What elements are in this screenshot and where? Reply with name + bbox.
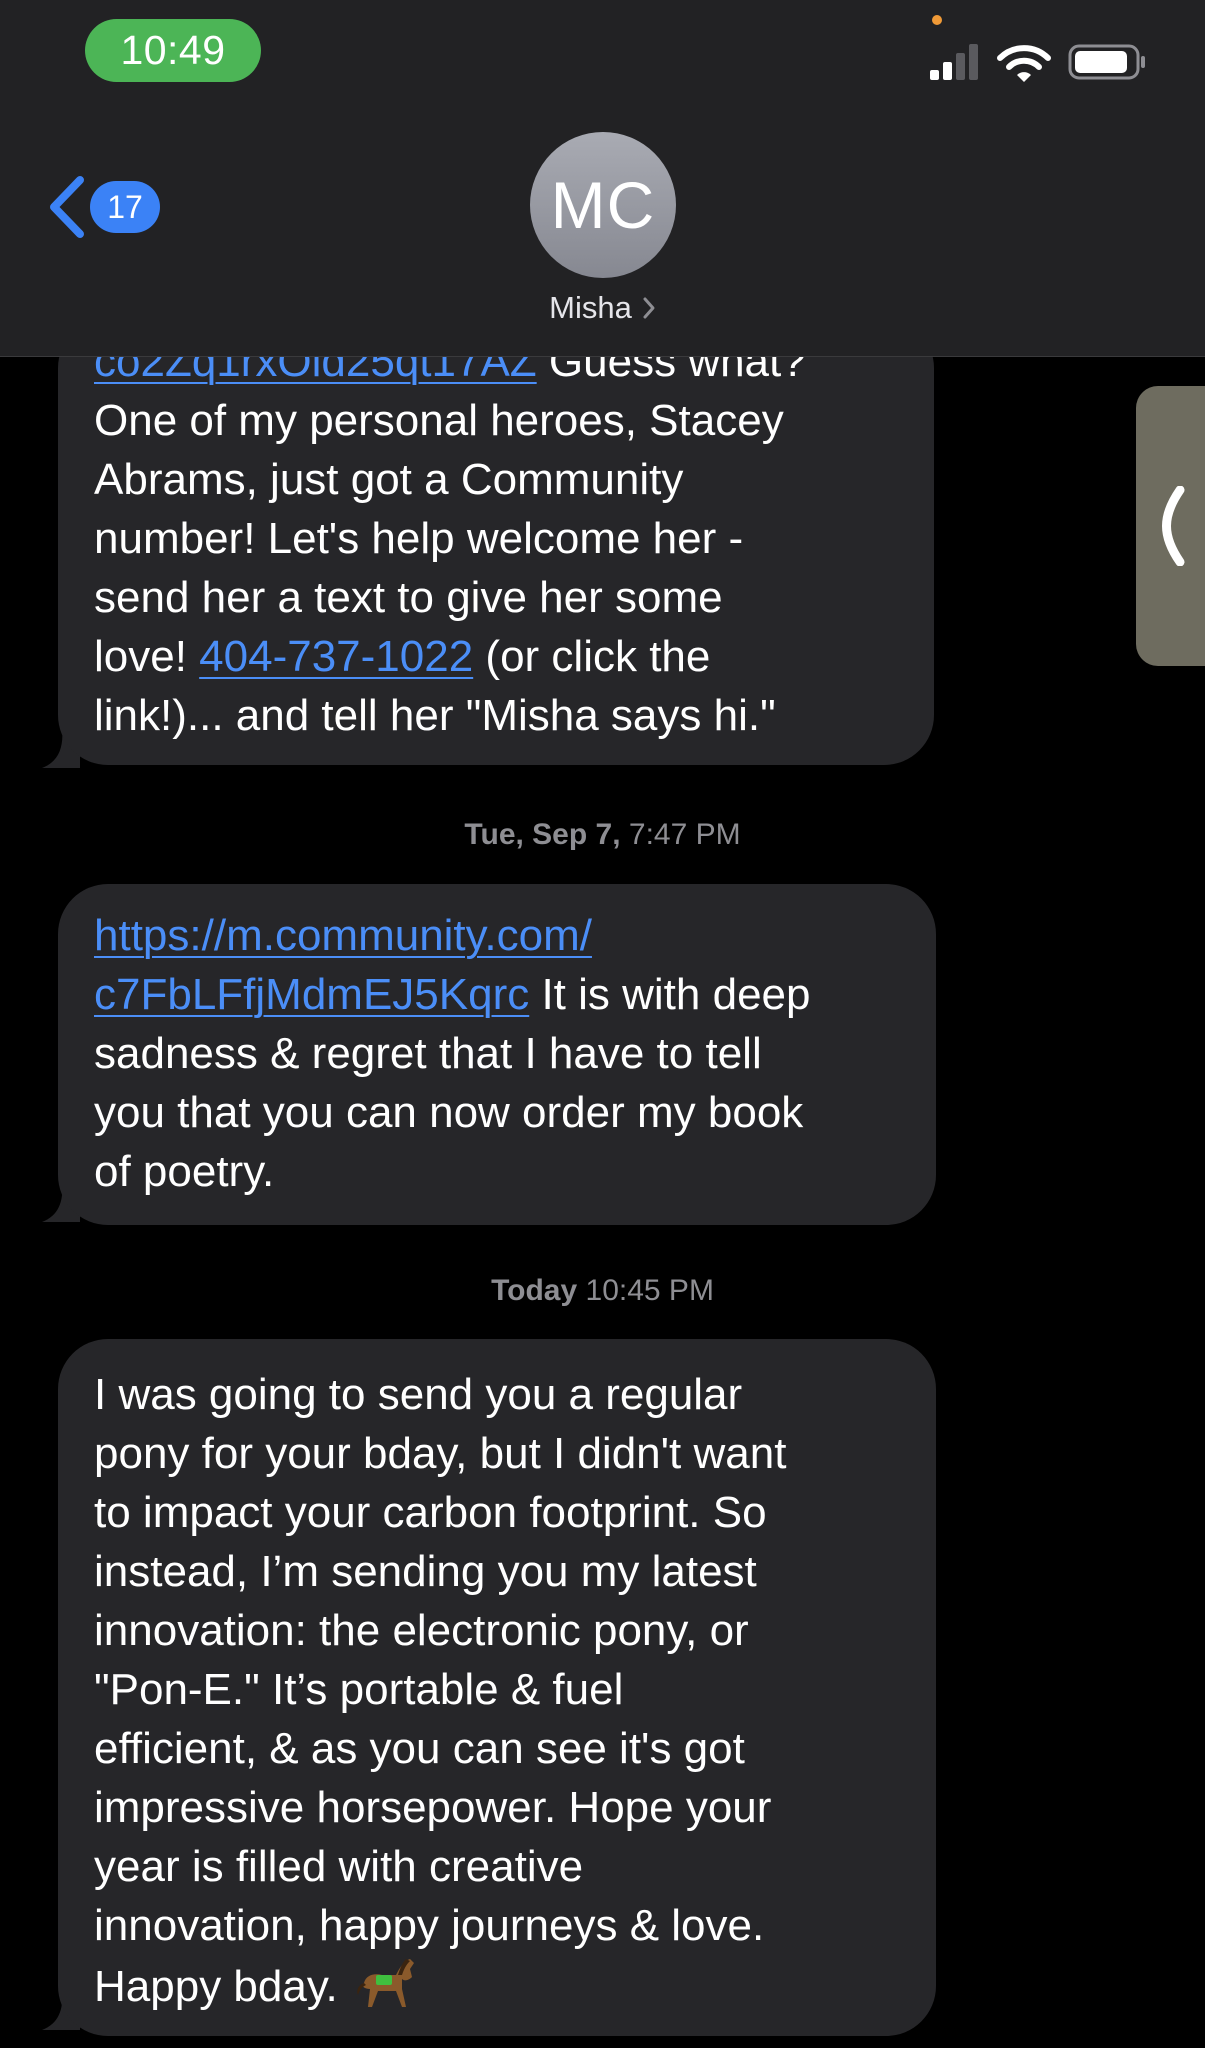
message-line: c7FbLFfjMdmEJ5Kqrc It is with deep: [94, 965, 902, 1024]
message-text: It is with deep: [529, 970, 811, 1019]
message-line: One of my personal heroes, Stacey: [94, 391, 900, 450]
message-bubble[interactable]: I was going to send you a regular pony fo…: [58, 1339, 936, 2036]
message-line: year is filled with creative: [94, 1837, 902, 1896]
message-line: efficient, & as you can see it's got: [94, 1719, 902, 1778]
message-line: innovation, happy journeys & love.: [94, 1896, 902, 1955]
message-line: sadness & regret that I have to tell: [94, 1024, 902, 1083]
message-text: Happy bday.: [94, 1962, 351, 2011]
message-text: efficient, & as you can see it's got: [94, 1724, 745, 1773]
message-line: link!)... and tell her "Misha says hi.": [94, 686, 900, 745]
message-link[interactable]: https://m.community.com/: [94, 911, 592, 960]
message-text: you that you can now order my book: [94, 1088, 804, 1137]
message-text: I was going to send you a regular: [94, 1370, 743, 1419]
wifi-icon: [997, 45, 1051, 82]
message-timestamp: Today 10:45 PM: [0, 1274, 1205, 1308]
message-text: instead, I’m sending you my latest: [94, 1547, 757, 1596]
privacy-indicator-dot: [932, 15, 942, 25]
message-text: pony for your bday, but I didn't want: [94, 1429, 787, 1478]
cellular-signal-icon: [930, 44, 978, 80]
battery-icon: [1068, 44, 1145, 80]
message-line: Happy bday.: [94, 1955, 902, 2016]
message-line: https://m.community.com/: [94, 906, 902, 965]
horse-emoji-icon: [356, 1955, 418, 2011]
message-timestamp: Tue, Sep 7, 7:47 PM: [0, 818, 1205, 852]
timestamp-time: 10:45 PM: [577, 1274, 714, 1307]
message-line: love! 404-737-1022 (or click the: [94, 627, 900, 686]
message-text: innovation, happy journeys & love.: [94, 1901, 765, 1950]
timestamp-time: 7:47 PM: [620, 818, 741, 851]
timestamp-day: Today: [491, 1274, 578, 1307]
message-text: "Pon-E." It’s portable & fuel: [94, 1665, 624, 1714]
message-text: love!: [94, 632, 200, 681]
message-text: (or click the: [473, 632, 711, 681]
message-line: to impact your carbon footprint. So: [94, 1483, 902, 1542]
contact-avatar[interactable]: MC: [530, 132, 676, 278]
message-line: innovation: the electronic pony, or: [94, 1601, 902, 1660]
message-bubble[interactable]: co2Zq1rxOld25qt17AZ Guess what? One of my…: [58, 318, 934, 765]
message-line: impressive horsepower. Hope your: [94, 1778, 902, 1837]
message-link[interactable]: 404-737-1022: [199, 632, 473, 681]
chevron-left-icon: [1162, 486, 1185, 566]
message-line: number! Let's help welcome her -: [94, 509, 900, 568]
message-link[interactable]: c7FbLFfjMdmEJ5Kqrc: [94, 970, 529, 1019]
message-text: to impact your carbon footprint. So: [94, 1488, 767, 1537]
message-line: "Pon-E." It’s portable & fuel: [94, 1660, 902, 1719]
status-time[interactable]: 10:49: [85, 19, 261, 82]
chevron-left-icon: [50, 176, 84, 238]
message-text: One of my personal heroes, Stacey: [94, 396, 784, 445]
message-line: you that you can now order my book: [94, 1083, 902, 1142]
conversation-header: 10:49 17 MC Misha: [0, 0, 1205, 357]
message-text: innovation: the electronic pony, or: [94, 1606, 749, 1655]
message-line: send her a text to give her some: [94, 568, 900, 627]
message-bubble[interactable]: https://m.community.com/c7FbLFfjMdmEJ5Kq…: [58, 884, 936, 1225]
message-text: Abrams, just got a Community: [94, 455, 684, 504]
message-text: year is filled with creative: [94, 1842, 584, 1891]
back-button[interactable]: 17: [44, 172, 164, 242]
message-line: of poetry.: [94, 1142, 902, 1201]
message-line: I was going to send you a regular: [94, 1365, 902, 1424]
status-icons: [930, 44, 1145, 82]
side-panel-handle[interactable]: [1136, 386, 1205, 666]
contact-name-button[interactable]: Misha: [0, 290, 1205, 326]
timestamp-day: Tue, Sep 7,: [464, 818, 621, 851]
message-line: pony for your bday, but I didn't want: [94, 1424, 902, 1483]
message-line: Abrams, just got a Community: [94, 450, 900, 509]
message-text: link!)... and tell her "Misha says hi.": [94, 691, 776, 740]
message-text: of poetry.: [94, 1147, 275, 1196]
chevron-right-icon: [643, 297, 655, 319]
message-text: number! Let's help welcome her -: [94, 514, 744, 563]
contact-name: Misha: [549, 290, 632, 325]
message-text: impressive horsepower. Hope your: [94, 1783, 772, 1832]
message-text: send her a text to give her some: [94, 573, 723, 622]
message-line: instead, I’m sending you my latest: [94, 1542, 902, 1601]
message-text: sadness & regret that I have to tell: [94, 1029, 762, 1078]
unread-count-badge: 17: [90, 181, 160, 233]
